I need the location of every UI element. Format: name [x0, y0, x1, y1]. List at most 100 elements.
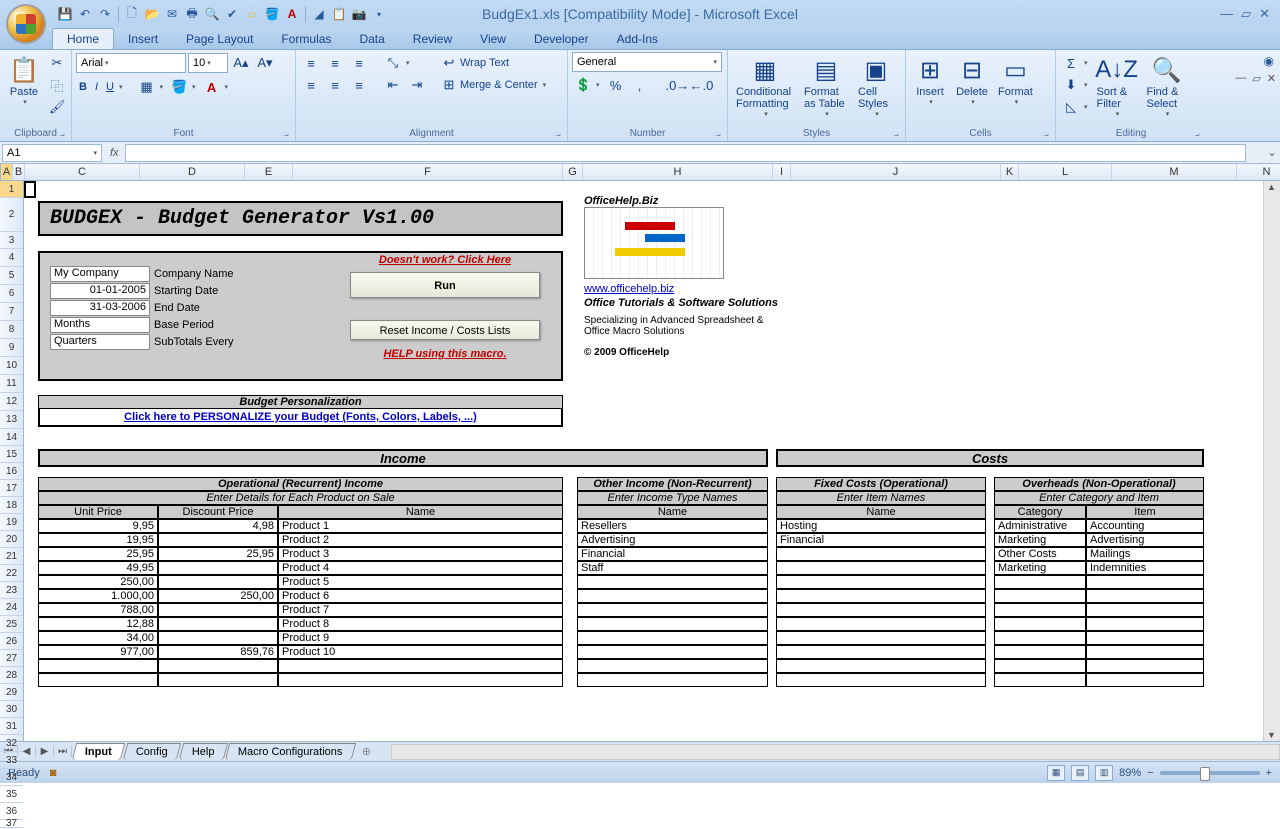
- table-cell[interactable]: Marketing: [994, 561, 1086, 575]
- conditional-formatting-button[interactable]: ▦ Conditional Formatting▾: [732, 52, 798, 120]
- copy-icon[interactable]: 📋: [330, 5, 348, 23]
- cells-area[interactable]: BUDGEX - Budget Generator Vs1.00 My Comp…: [24, 181, 1263, 741]
- table-cell[interactable]: Product 6: [278, 589, 563, 603]
- table-cell[interactable]: [994, 631, 1086, 645]
- table-cell[interactable]: [158, 561, 278, 575]
- vertical-scrollbar[interactable]: [1263, 181, 1280, 741]
- col-header-J[interactable]: J: [791, 164, 1001, 180]
- view-page-break-icon[interactable]: ▥: [1095, 765, 1113, 781]
- row-header-13[interactable]: 13: [0, 411, 23, 429]
- row-header-8[interactable]: 8: [0, 321, 23, 339]
- table-cell[interactable]: Advertising: [1086, 533, 1204, 547]
- table-cell[interactable]: [577, 617, 768, 631]
- table-cell[interactable]: 25,95: [158, 547, 278, 561]
- qat-more-icon[interactable]: ▾: [370, 5, 388, 23]
- table-cell[interactable]: [577, 659, 768, 673]
- table-cell[interactable]: Other Costs: [994, 547, 1086, 561]
- sheet-tab-help[interactable]: Help: [178, 743, 227, 760]
- table-cell[interactable]: [1086, 631, 1204, 645]
- table-cell[interactable]: Advertising: [577, 533, 768, 547]
- table-cell[interactable]: 250,00: [38, 575, 158, 589]
- table-cell[interactable]: [158, 603, 278, 617]
- table-cell[interactable]: Staff: [577, 561, 768, 575]
- preview-icon[interactable]: 🔍: [203, 5, 221, 23]
- table-cell[interactable]: Mailings: [1086, 547, 1204, 561]
- tab-addins[interactable]: Add-Ins: [603, 29, 672, 49]
- table-cell[interactable]: [994, 603, 1086, 617]
- table-cell[interactable]: Accounting: [1086, 519, 1204, 533]
- table-cell[interactable]: [1086, 575, 1204, 589]
- new-icon[interactable]: 🗋: [123, 5, 141, 23]
- end-date-input[interactable]: 31-03-2006: [50, 300, 150, 316]
- run-button[interactable]: Run: [350, 272, 540, 298]
- cell-styles-button[interactable]: ▣ Cell Styles▾: [854, 52, 898, 120]
- table-cell[interactable]: 4,98: [158, 519, 278, 533]
- row-header-17[interactable]: 17: [0, 480, 23, 497]
- tab-formulas[interactable]: Formulas: [267, 29, 345, 49]
- highlight-icon[interactable]: ▱: [243, 5, 261, 23]
- view-normal-icon[interactable]: ▦: [1047, 765, 1065, 781]
- table-cell[interactable]: [38, 673, 158, 687]
- autosum-button[interactable]: Σ▾: [1060, 52, 1091, 74]
- horizontal-scrollbar[interactable]: [391, 744, 1280, 760]
- table-cell[interactable]: [776, 617, 986, 631]
- row-header-1[interactable]: 1: [0, 181, 23, 198]
- format-painter-button[interactable]: 🖌: [46, 96, 68, 118]
- row-header-36[interactable]: 36: [0, 803, 23, 820]
- mdi-minimize-icon[interactable]: —: [1235, 72, 1246, 85]
- table-cell[interactable]: 12,88: [38, 617, 158, 631]
- zoom-slider[interactable]: [1160, 771, 1260, 775]
- doesnt-work-link[interactable]: Doesn't work? Click Here: [340, 254, 550, 266]
- row-header-2[interactable]: 2: [0, 198, 23, 232]
- format-as-table-button[interactable]: ▤ Format as Table▾: [800, 52, 852, 120]
- wrap-text-button[interactable]: ↩Wrap Text: [438, 52, 549, 74]
- tab-view[interactable]: View: [466, 29, 520, 49]
- table-cell[interactable]: [158, 575, 278, 589]
- table-cell[interactable]: [158, 631, 278, 645]
- table-cell[interactable]: Marketing: [994, 533, 1086, 547]
- table-cell[interactable]: Product 10: [278, 645, 563, 659]
- clear-button[interactable]: ◺▾: [1060, 96, 1091, 118]
- row-header-14[interactable]: 14: [0, 429, 23, 446]
- format-cells-button[interactable]: ▭Format▾: [994, 52, 1037, 108]
- table-cell[interactable]: Product 8: [278, 617, 563, 631]
- table-cell[interactable]: 34,00: [38, 631, 158, 645]
- row-header-35[interactable]: 35: [0, 786, 23, 803]
- find-select-button[interactable]: 🔍Find & Select▾: [1143, 52, 1191, 120]
- help-icon[interactable]: ◉: [1264, 54, 1274, 68]
- decrease-indent-button[interactable]: ⇤: [382, 74, 404, 96]
- table-cell[interactable]: 9,95: [38, 519, 158, 533]
- align-top-button[interactable]: ≡: [300, 52, 322, 74]
- copy-button[interactable]: ⿻: [46, 74, 68, 96]
- col-header-M[interactable]: M: [1112, 164, 1237, 180]
- table-cell[interactable]: [158, 659, 278, 673]
- table-cell[interactable]: [577, 631, 768, 645]
- col-header-D[interactable]: D: [140, 164, 245, 180]
- table-cell[interactable]: [1086, 645, 1204, 659]
- align-left-button[interactable]: ≡: [300, 74, 322, 96]
- align-center-button[interactable]: ≡: [324, 74, 346, 96]
- restore-icon[interactable]: ▱: [1241, 6, 1251, 22]
- open-icon[interactable]: 📂: [143, 5, 161, 23]
- table-cell[interactable]: 49,95: [38, 561, 158, 575]
- table-cell[interactable]: [1086, 659, 1204, 673]
- row-header-25[interactable]: 25: [0, 616, 23, 633]
- insert-cells-button[interactable]: ⊞Insert▾: [910, 52, 950, 108]
- table-cell[interactable]: Resellers: [577, 519, 768, 533]
- table-cell[interactable]: 19,95: [38, 533, 158, 547]
- col-header-I[interactable]: I: [773, 164, 791, 180]
- col-header-A[interactable]: A: [1, 164, 13, 180]
- table-cell[interactable]: [994, 617, 1086, 631]
- table-cell[interactable]: [577, 603, 768, 617]
- row-header-19[interactable]: 19: [0, 514, 23, 531]
- table-cell[interactable]: Product 4: [278, 561, 563, 575]
- formula-expand-icon[interactable]: ⌄: [1264, 146, 1280, 159]
- row-header-23[interactable]: 23: [0, 582, 23, 599]
- table-cell[interactable]: [994, 575, 1086, 589]
- percent-button[interactable]: %: [605, 74, 627, 96]
- table-cell[interactable]: [994, 645, 1086, 659]
- row-header-26[interactable]: 26: [0, 633, 23, 650]
- row-header-37[interactable]: 37: [0, 820, 23, 828]
- table-cell[interactable]: Financial: [776, 533, 986, 547]
- tab-home[interactable]: Home: [52, 28, 114, 49]
